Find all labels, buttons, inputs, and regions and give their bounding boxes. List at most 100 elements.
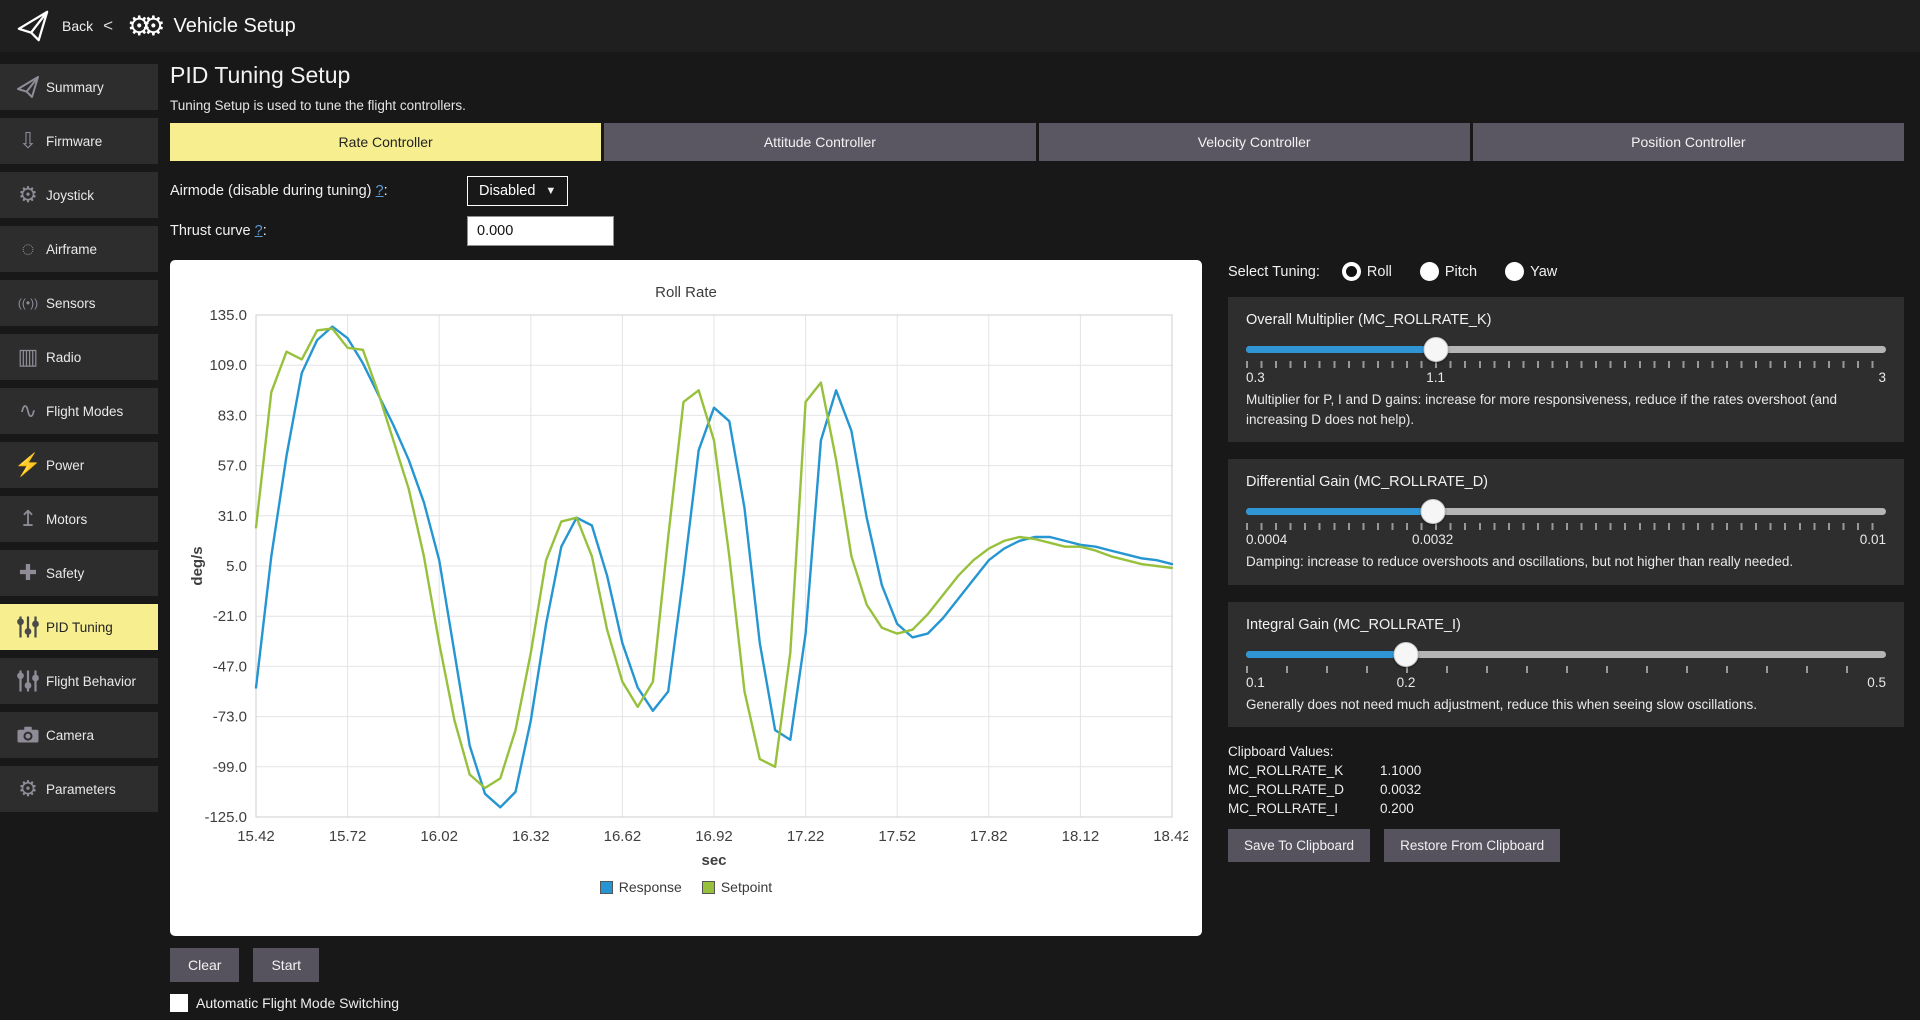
sidebar-item-firmware[interactable]: ⇩ Firmware [0,118,158,164]
slider-value-label: 0.2 [1397,675,1416,690]
slider-knob[interactable] [1423,337,1448,362]
back-button[interactable]: Back [62,18,93,34]
airmode-dropdown[interactable]: Disabled ▼ [467,176,568,206]
slider-knob[interactable] [1420,499,1445,524]
gain-description: Multiplier for P, I and D gains: increas… [1246,390,1886,429]
gain-title: Integral Gain (MC_ROLLRATE_I) [1246,617,1886,633]
svg-text:109.0: 109.0 [209,357,247,374]
sidebar-item-power[interactable]: ⚡ Power [0,442,158,488]
sidebar-item-label: Safety [46,566,84,581]
sidebar-item-label: Firmware [46,134,102,149]
sidebar-item-joystick[interactable]: ⚙ Joystick [0,172,158,218]
sidebar-item-label: PID Tuning [46,620,113,635]
sidebar-item-camera[interactable]: Camera [0,712,158,758]
svg-text:17.52: 17.52 [878,828,916,845]
slider-tick-marks [1246,666,1886,673]
clipboard-param-name: MC_ROLLRATE_D [1228,782,1380,797]
svg-text:-125.0: -125.0 [204,809,247,826]
automatic-flight-mode-checkbox[interactable] [170,994,188,1012]
slider-tick-marks [1246,361,1886,368]
clipboard-values-title: Clipboard Values: [1228,744,1904,759]
slider-value-label: 1.1 [1426,370,1445,385]
svg-text:57.0: 57.0 [218,458,247,475]
legend-item-setpoint: Setpoint [702,879,772,895]
camera-icon [10,723,46,747]
slider-tick-marks [1246,523,1886,530]
svg-text:-73.0: -73.0 [213,709,247,726]
tuning-axis-radio-yaw[interactable]: Yaw [1505,262,1557,281]
gain-description: Generally does not need much adjustment,… [1246,695,1886,715]
gain-slider[interactable] [1246,508,1886,515]
y-axis-label: deg/s [189,546,206,585]
automatic-flight-mode-label: Automatic Flight Mode Switching [196,995,399,1011]
main-panel: PID Tuning Setup Tuning Setup is used to… [158,52,1920,1020]
gain-description: Damping: increase to reduce overshoots a… [1246,552,1886,572]
thrust-curve-input[interactable] [467,216,614,246]
tuning-panel: Select Tuning: Roll Pitch Yaw Overall Mu… [1228,260,1904,936]
setup-sidebar: Summary ⇩ Firmware ⚙ Joystick ◌ Airframe… [0,52,158,1020]
sidebar-item-radio[interactable]: ▥ Radio [0,334,158,380]
sidebar-item-sensors[interactable]: ((•)) Sensors [0,280,158,326]
clipboard-param-value: 1.1000 [1380,763,1421,778]
back-chevron: < [103,16,113,36]
save-to-clipboard-button[interactable]: Save To Clipboard [1228,829,1370,862]
sidebar-item-motors[interactable]: ↥ Motors [0,496,158,542]
gain-panel: Integral Gain (MC_ROLLRATE_I) 0.1 0.2 0.… [1228,602,1904,728]
sidebar-item-safety[interactable]: ✚ Safety [0,550,158,596]
sidebar-item-flight-modes[interactable]: ∿ Flight Modes [0,388,158,434]
roll-rate-chart-card: Roll Rate 135.0109.083.057.031.05.0-21.0… [170,260,1202,936]
gain-slider[interactable] [1246,651,1886,658]
tab-rate-controller[interactable]: Rate Controller [170,123,601,161]
sidebar-item-label: Flight Behavior [46,674,136,689]
svg-text:-99.0: -99.0 [213,759,247,776]
sidebar-item-label: Camera [46,728,94,743]
radio-button-icon [1420,262,1439,281]
sliders-icon [10,669,46,693]
clipboard-row: MC_ROLLRATE_I 0.200 [1228,801,1904,816]
sidebar-item-label: Joystick [46,188,94,203]
slider-max-label: 3 [1878,370,1886,385]
slider-knob[interactable] [1394,642,1419,667]
airmode-label: Airmode (disable during tuning) ?: [170,183,467,199]
slider-min-label: 0.1 [1246,675,1265,690]
radio-label: Pitch [1445,264,1477,280]
sidebar-item-airframe[interactable]: ◌ Airframe [0,226,158,272]
clear-button[interactable]: Clear [170,948,239,982]
svg-text:5.0: 5.0 [226,558,247,575]
tab-velocity-controller[interactable]: Velocity Controller [1039,123,1470,161]
first-aid-icon: ✚ [10,562,46,584]
clipboard-param-value: 0.200 [1380,801,1414,816]
legend-swatch-icon [702,881,715,894]
tuning-axis-radio-pitch[interactable]: Pitch [1420,262,1477,281]
svg-text:15.42: 15.42 [237,828,275,845]
gain-title: Differential Gain (MC_ROLLRATE_D) [1246,474,1886,490]
roll-rate-chart: 135.0109.083.057.031.05.0-21.0-47.0-73.0… [180,301,1188,875]
sidebar-item-label: Power [46,458,84,473]
gears-icon: ⚙ [10,184,46,206]
sidebar-item-summary[interactable]: Summary [0,64,158,110]
slider-max-label: 0.5 [1867,675,1886,690]
chart-legend: ResponseSetpoint [180,879,1192,895]
restore-from-clipboard-button[interactable]: Restore From Clipboard [1384,829,1560,862]
sidebar-item-parameters[interactable]: ⚙ Parameters [0,766,158,812]
controller-tabs: Rate ControllerAttitude ControllerVeloci… [170,123,1904,161]
dotted-circle-icon: ◌ [10,238,46,260]
airmode-help-link[interactable]: ? [376,183,384,199]
sidebar-item-label: Airframe [46,242,97,257]
start-button[interactable]: Start [253,948,319,982]
svg-text:18.42: 18.42 [1153,828,1188,845]
sidebar-item-flight-behavior[interactable]: Flight Behavior [0,658,158,704]
download-icon: ⇩ [10,130,46,152]
sidebar-item-pid-tuning[interactable]: PID Tuning [0,604,158,650]
tab-position-controller[interactable]: Position Controller [1473,123,1904,161]
sidebar-item-label: Sensors [46,296,96,311]
tuning-axis-radio-roll[interactable]: Roll [1342,262,1392,281]
select-tuning-label: Select Tuning: [1228,264,1320,280]
tab-attitude-controller[interactable]: Attitude Controller [604,123,1035,161]
gain-slider[interactable] [1246,346,1886,353]
sidebar-item-label: Parameters [46,782,116,797]
thrust-curve-help-link[interactable]: ? [255,223,263,239]
clipboard-param-value: 0.0032 [1380,782,1421,797]
radio-icon: ▥ [10,346,46,368]
top-bar: Back < ⚙⚙ Vehicle Setup [0,0,1920,52]
